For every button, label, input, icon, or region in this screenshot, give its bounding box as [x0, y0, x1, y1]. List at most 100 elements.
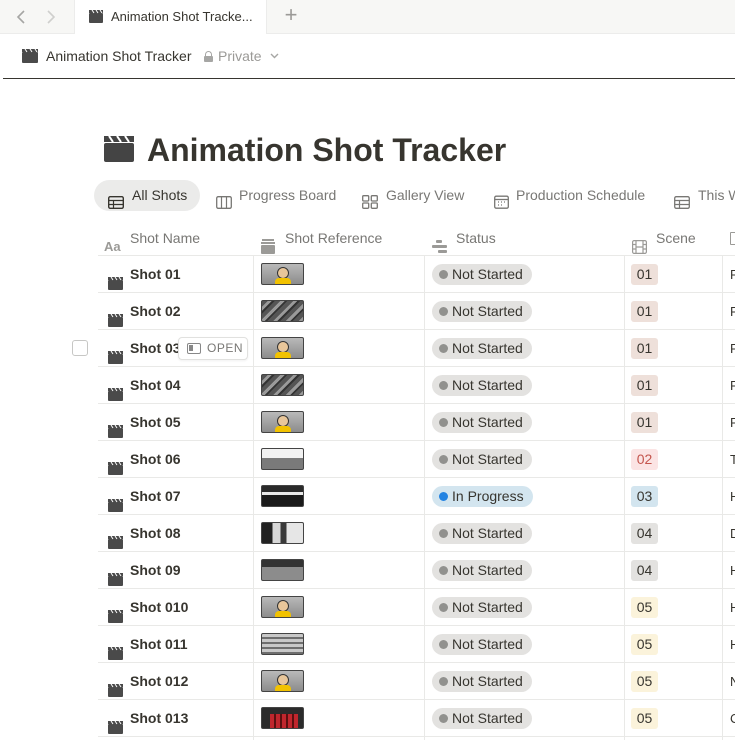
scene-tag[interactable]: 05	[631, 708, 658, 729]
scene-tag[interactable]: 01	[631, 264, 658, 285]
calendar-icon	[494, 189, 509, 211]
shot-reference-thumbnail[interactable]	[261, 300, 304, 322]
table-row[interactable]: Shot 012 Not Started 05 N	[98, 663, 735, 700]
topbar-divider	[3, 78, 735, 79]
chevron-right-icon[interactable]	[40, 7, 60, 27]
truncated-cell[interactable]: T	[730, 441, 735, 478]
status-label: Not Started	[452, 525, 523, 541]
status-label: In Progress	[452, 488, 524, 504]
status-badge[interactable]: Not Started	[432, 634, 532, 655]
table-row[interactable]: Shot 08 Not Started 04 D	[98, 515, 735, 552]
tab-production-schedule[interactable]: Production Schedule	[492, 180, 652, 211]
browser-tab-bar: Animation Shot Tracke... +	[0, 0, 735, 34]
status-badge[interactable]: Not Started	[432, 375, 532, 396]
scene-tag[interactable]: 01	[631, 338, 658, 359]
status-dot-icon	[439, 677, 448, 686]
status-label: Not Started	[452, 562, 523, 578]
privacy-label: Private	[218, 48, 262, 64]
status-badge[interactable]: Not Started	[432, 264, 532, 285]
view-tabs: All Shots Progress Board Gallery View Pr…	[94, 180, 735, 211]
truncated-cell[interactable]: H	[730, 552, 735, 589]
status-badge[interactable]: Not Started	[432, 449, 532, 470]
shot-reference-thumbnail[interactable]	[261, 596, 304, 618]
truncated-cell[interactable]: C	[730, 700, 735, 737]
truncated-cell[interactable]: H	[730, 478, 735, 515]
column-header-partial[interactable]	[728, 220, 735, 256]
table-row[interactable]: Shot 06 Not Started 02 T	[98, 441, 735, 478]
open-row-button[interactable]: OPEN	[178, 337, 248, 360]
shot-reference-thumbnail[interactable]	[261, 670, 304, 692]
shot-name: Shot 02	[130, 303, 181, 319]
status-badge[interactable]: Not Started	[432, 338, 532, 359]
truncated-cell[interactable]: F	[730, 330, 735, 367]
shot-name: Shot 01	[130, 266, 181, 282]
status-badge[interactable]: Not Started	[432, 412, 532, 433]
tab-this-week[interactable]: This W	[674, 180, 735, 211]
tab-label: Gallery View	[386, 187, 465, 203]
status-dot-icon	[439, 714, 448, 723]
status-badge[interactable]: Not Started	[432, 597, 532, 618]
row-select-checkbox[interactable]	[72, 340, 88, 356]
status-badge[interactable]: Not Started	[432, 523, 532, 544]
truncated-cell[interactable]: D	[730, 515, 735, 552]
truncated-cell[interactable]: H	[730, 626, 735, 663]
shot-reference-thumbnail[interactable]	[261, 633, 304, 655]
status-badge[interactable]: Not Started	[432, 560, 532, 581]
table-row[interactable]: Shot 04 Not Started 01 F	[98, 367, 735, 404]
scene-tag[interactable]: 05	[631, 597, 658, 618]
page-title: Animation Shot Tracker	[147, 132, 507, 168]
shot-reference-thumbnail[interactable]	[261, 485, 304, 507]
table-row[interactable]: Shot 03 Not Started 01 F OPEN	[98, 330, 735, 367]
chevron-left-icon[interactable]	[12, 7, 32, 27]
scene-tag[interactable]: 04	[631, 523, 658, 544]
shot-reference-thumbnail[interactable]	[261, 448, 304, 470]
clapperboard-icon[interactable]	[104, 135, 134, 167]
scene-tag[interactable]: 05	[631, 634, 658, 655]
browser-tab[interactable]: Animation Shot Tracke...	[74, 0, 267, 34]
truncated-cell[interactable]: F	[730, 293, 735, 330]
shot-reference-thumbnail[interactable]	[261, 411, 304, 433]
shot-reference-thumbnail[interactable]	[261, 337, 304, 359]
table-row[interactable]: Shot 011 Not Started 05 H	[98, 626, 735, 663]
scene-tag[interactable]: 03	[631, 486, 658, 507]
status-dot-icon	[439, 603, 448, 612]
truncated-cell[interactable]: H	[730, 589, 735, 626]
status-badge[interactable]: Not Started	[432, 301, 532, 322]
truncated-cell[interactable]: F	[730, 256, 735, 293]
scene-tag[interactable]: 01	[631, 412, 658, 433]
tab-label: Production Schedule	[516, 187, 646, 203]
scene-tag[interactable]: 01	[631, 301, 658, 322]
table-row[interactable]: Shot 01 Not Started 01 F	[98, 256, 735, 293]
scene-tag[interactable]: 01	[631, 375, 658, 396]
table-row[interactable]: Shot 010 Not Started 05 H	[98, 589, 735, 626]
shot-reference-thumbnail[interactable]	[261, 374, 304, 396]
table-row[interactable]: Shot 09 Not Started 04 H	[98, 552, 735, 589]
breadcrumb[interactable]: Animation Shot Tracker	[46, 48, 192, 64]
table-row[interactable]: Shot 013 Not Started 05 C	[98, 700, 735, 737]
table-row[interactable]: Shot 02 Not Started 01 F	[98, 293, 735, 330]
shot-reference-thumbnail[interactable]	[261, 559, 304, 581]
table-row[interactable]: Shot 07 In Progress 03 H	[98, 478, 735, 515]
truncated-cell[interactable]: F	[730, 367, 735, 404]
scene-tag[interactable]: 02	[631, 449, 658, 470]
scene-tag[interactable]: 04	[631, 560, 658, 581]
status-badge[interactable]: In Progress	[432, 486, 533, 507]
status-dot-icon	[439, 381, 448, 390]
shot-reference-thumbnail[interactable]	[261, 707, 304, 729]
status-badge[interactable]: Not Started	[432, 708, 532, 729]
tab-progress-board[interactable]: Progress Board	[214, 180, 340, 211]
status-badge[interactable]: Not Started	[432, 671, 532, 692]
shot-reference-thumbnail[interactable]	[261, 522, 304, 544]
privacy-menu[interactable]: Private	[204, 48, 262, 64]
truncated-cell[interactable]: F	[730, 404, 735, 441]
scene-tag[interactable]: 05	[631, 671, 658, 692]
tab-all-shots[interactable]: All Shots	[94, 180, 200, 211]
truncated-cell[interactable]: N	[730, 663, 735, 700]
shot-reference-thumbnail[interactable]	[261, 263, 304, 285]
tab-gallery-view[interactable]: Gallery View	[360, 180, 468, 211]
lock-icon	[204, 51, 213, 62]
table-row[interactable]: Shot 05 Not Started 01 F	[98, 404, 735, 441]
status-dot-icon	[439, 529, 448, 538]
chevron-down-icon[interactable]	[270, 51, 279, 61]
new-tab-button[interactable]: +	[280, 4, 302, 28]
